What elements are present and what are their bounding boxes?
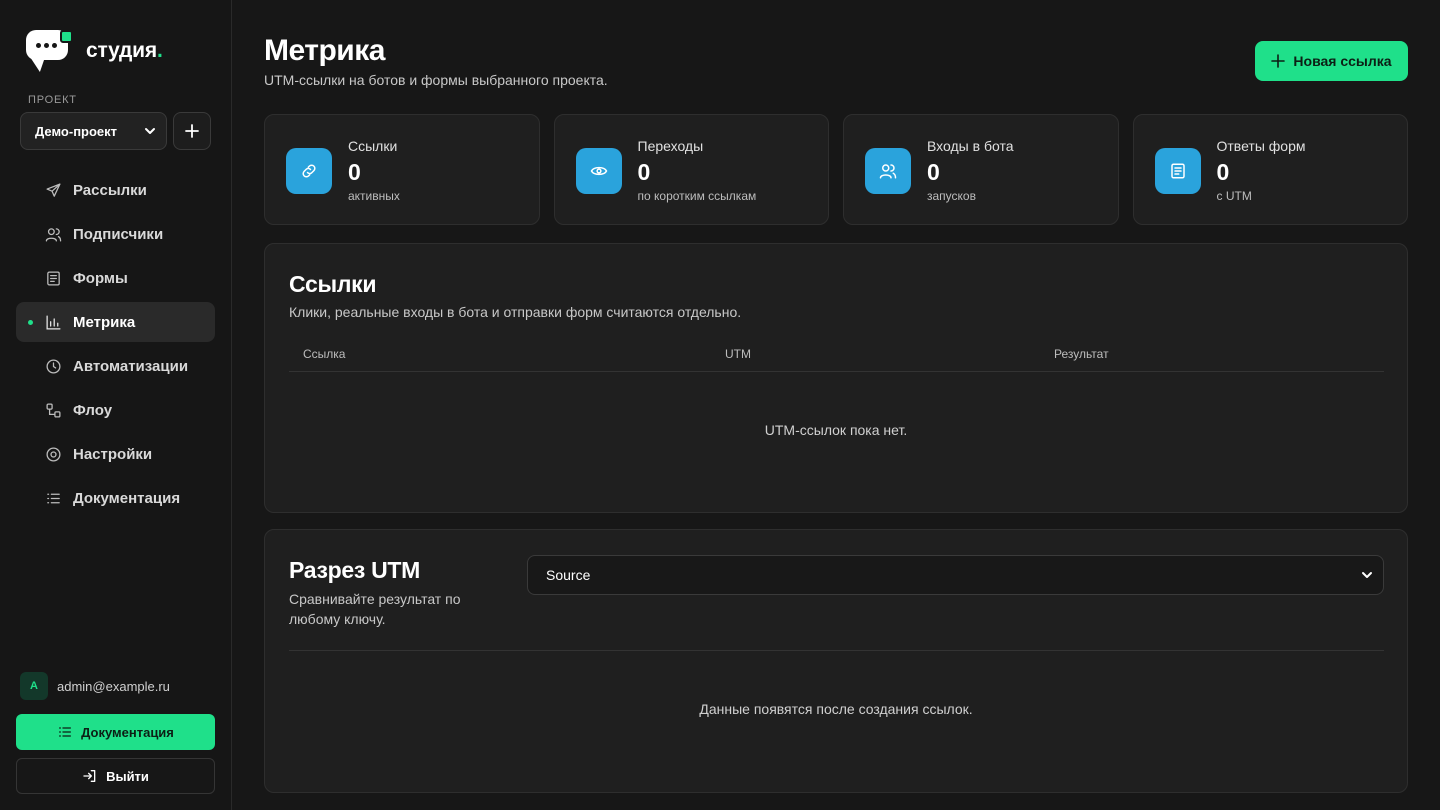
stat-card-form-answers: Ответы форм 0 с UTM [1132,114,1408,225]
chevron-down-icon [1362,572,1372,578]
sidebar-item-settings[interactable]: Настройки [16,434,215,474]
stat-value: 0 [637,159,651,185]
stats-row: Ссылки 0 активных Переходы 0 по коротким… [264,114,1408,225]
add-project-button[interactable] [173,112,211,150]
project-select[interactable]: Демо-проект [20,112,167,150]
logo-icon [26,30,76,72]
sidebar-item-subscribers[interactable]: Подписчики [16,214,215,254]
column-header-result: Результат [1054,347,1109,361]
sidebar-item-label: Формы [73,269,128,287]
user-email: admin@example.ru [57,678,170,694]
plus-icon [1271,54,1286,68]
stat-label: Ссылки [348,138,398,154]
logout-icon [82,768,98,784]
utm-panel: Разрез UTM Сравнивайте результат по любо… [264,529,1408,793]
flow-icon [44,401,62,419]
sidebar-item-mailings[interactable]: Рассылки [16,170,215,210]
sidebar-item-metrics[interactable]: Метрика [16,302,215,342]
column-header-link: Ссылка [303,347,346,361]
stat-value: 0 [1216,159,1230,185]
utm-subtitle: Сравнивайте результат по любому ключу. [289,591,461,627]
sidebar-item-label: Флоу [73,401,113,419]
user-info: A admin@example.ru [20,672,170,700]
project-label: ПРОЕКТ [28,94,77,106]
stat-card-links: Ссылки 0 активных [264,114,540,225]
plus-icon [185,124,199,138]
chevron-down-icon [145,128,155,134]
clock-icon [44,357,62,375]
users-icon [44,225,62,243]
stat-label: Ответы форм [1216,138,1306,154]
links-panel: Ссылки Клики, реальные входы в бота и от… [264,243,1408,513]
sidebar-item-label: Настройки [73,445,153,463]
utm-key-select-value: Source [546,567,591,583]
list-icon [44,489,62,507]
sidebar-item-label: Автоматизации [73,357,189,375]
sidebar-item-forms[interactable]: Формы [16,258,215,298]
form-icon [1154,148,1201,194]
stat-value: 0 [348,159,361,185]
sidebar-item-docs[interactable]: Документация [16,478,215,518]
stat-note: по коротким ссылкам [637,189,757,203]
form-icon [44,269,62,287]
stat-note: активных [348,189,400,203]
stat-label: Переходы [637,138,704,154]
logout-button-label: Выйти [106,768,149,784]
links-empty-state: UTM-ссылок пока нет. [764,422,908,438]
documentation-button[interactable]: Документация [16,714,215,750]
documentation-button-label: Документация [81,724,174,740]
utm-title: Разрез UTM [289,557,421,583]
eye-icon [575,148,622,194]
page-title: Метрика [264,34,385,67]
sidebar-item-automations[interactable]: Автоматизации [16,346,215,386]
stat-value: 0 [927,159,940,185]
stat-card-bot-starts: Входы в бота 0 запусков [843,114,1119,225]
links-title: Ссылки [289,271,377,297]
utm-empty-state: Данные появятся после создания ссылок. [699,701,973,717]
sidebar-item-label: Рассылки [73,181,147,199]
sidebar-item-label: Метрика [73,313,136,331]
bar-chart-icon [44,313,62,331]
sidebar-nav: Рассылки Подписчики Формы Метрика Автома… [16,170,215,522]
column-header-utm: UTM [725,347,751,361]
sidebar: студия. ПРОЕКТ Демо-проект Рассылки Подп… [0,0,232,810]
avatar: A [20,672,48,700]
logout-button[interactable]: Выйти [16,758,215,794]
sidebar-item-flow[interactable]: Флоу [16,390,215,430]
send-icon [44,181,62,199]
stat-note: с UTM [1216,189,1252,203]
stat-note: запусков [927,189,976,203]
sidebar-item-label: Подписчики [73,225,164,243]
brand-name: студия. [86,39,163,62]
active-indicator [28,320,33,325]
list-icon [57,724,73,740]
links-subtitle: Клики, реальные входы в бота и отправки … [289,304,742,320]
new-link-button-label: Новая ссылка [1293,53,1392,69]
project-select-value: Демо-проект [35,123,118,139]
utm-key-select[interactable]: Source [527,555,1384,595]
stat-card-clicks: Переходы 0 по коротким ссылкам [553,114,829,225]
sidebar-item-label: Документация [73,489,181,507]
divider [289,650,1384,651]
link-icon [286,148,332,194]
page-subtitle: UTM-ссылки на ботов и формы выбранного п… [264,72,608,88]
users-icon [865,148,911,194]
new-link-button[interactable]: Новая ссылка [1255,41,1408,81]
logo[interactable]: студия. [26,30,163,72]
links-table-header: Ссылка UTM Результат [289,340,1384,372]
settings-icon [44,445,62,463]
stat-label: Входы в бота [927,138,1014,154]
